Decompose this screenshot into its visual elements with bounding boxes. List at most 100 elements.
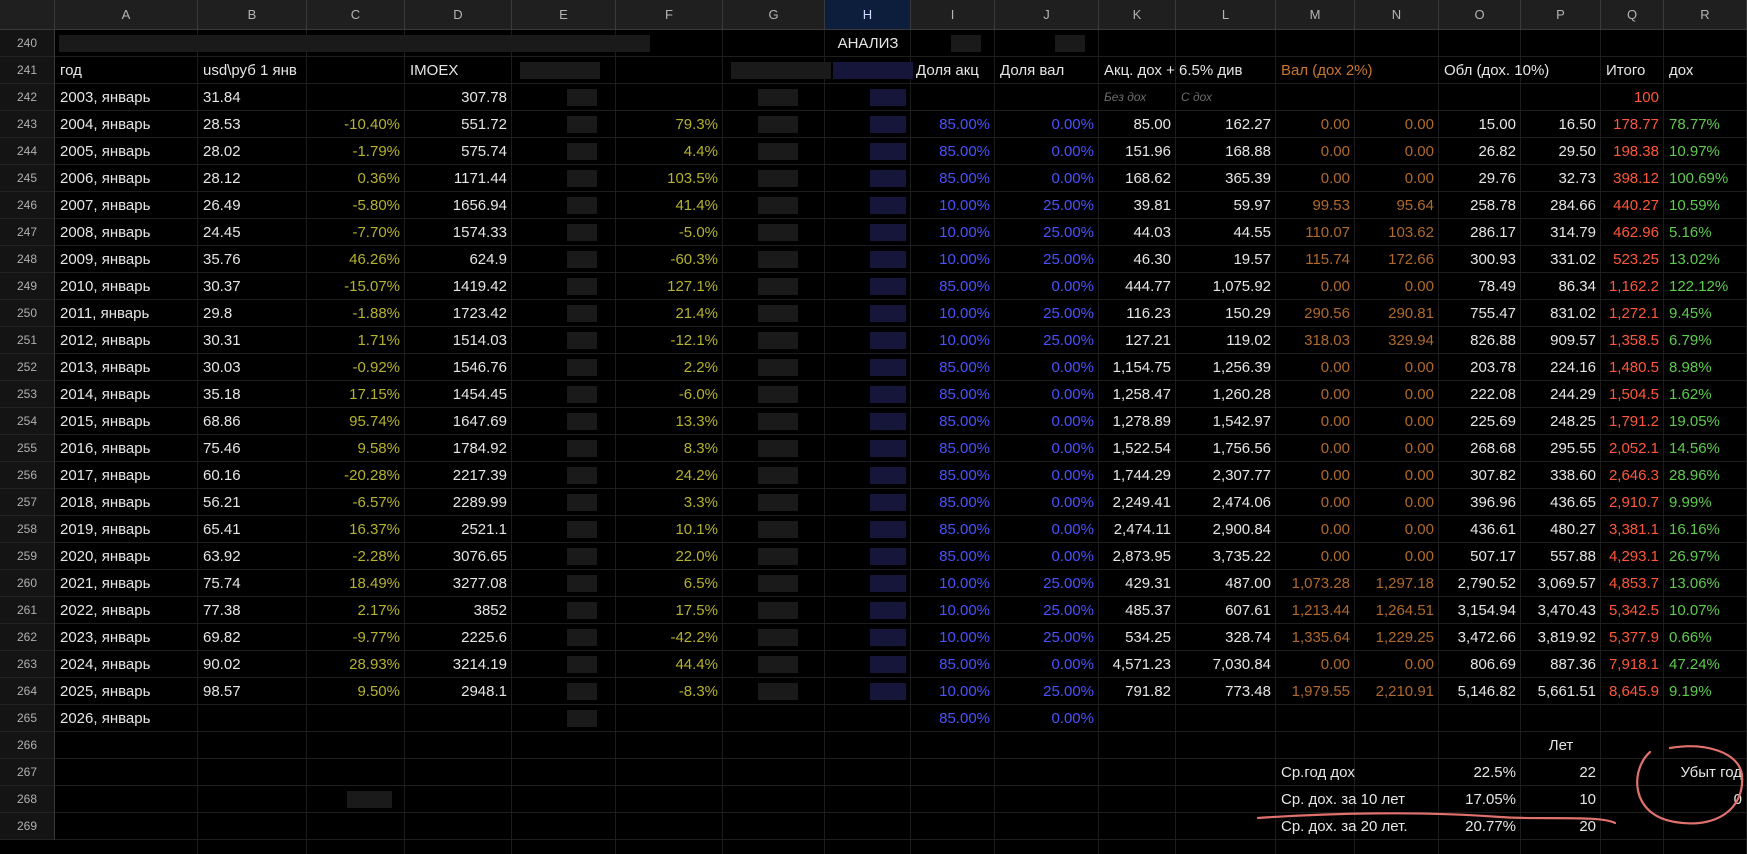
- bonds-no-inc-cell[interactable]: 15.00: [1439, 111, 1521, 137]
- imoex-cell[interactable]: 307.78: [405, 84, 512, 110]
- share-fx-cell[interactable]: 0.00%: [995, 462, 1099, 488]
- row-header[interactable]: 260: [0, 570, 55, 597]
- column-header-c[interactable]: C: [307, 0, 405, 30]
- row-header[interactable]: 264: [0, 678, 55, 705]
- row-header[interactable]: 256: [0, 462, 55, 489]
- total-cell[interactable]: 1,480.5: [1601, 354, 1664, 380]
- imoex-cell[interactable]: 575.74: [405, 138, 512, 164]
- share-fx-cell[interactable]: 0.00%: [995, 381, 1099, 407]
- total-start-cell[interactable]: 100: [1601, 84, 1664, 110]
- usd-cell[interactable]: [198, 705, 307, 731]
- bonds-with-inc-cell[interactable]: [1521, 84, 1601, 110]
- row-header[interactable]: 241: [0, 57, 55, 84]
- imoex-change-cell[interactable]: 21.4%: [616, 300, 723, 326]
- fx-no-inc-cell[interactable]: 115.74: [1276, 246, 1355, 272]
- year-cell[interactable]: 2014, январь: [55, 381, 198, 407]
- fx-with-inc-cell[interactable]: 0.00: [1355, 354, 1439, 380]
- total-cell[interactable]: 198.38: [1601, 138, 1664, 164]
- bonds-no-inc-cell[interactable]: [1439, 84, 1521, 110]
- bonds-with-inc-cell[interactable]: 436.65: [1521, 489, 1601, 515]
- fx-with-inc-cell[interactable]: 0.00: [1355, 408, 1439, 434]
- row-header[interactable]: 244: [0, 138, 55, 165]
- imoex-cell[interactable]: 2217.39: [405, 462, 512, 488]
- total-cell[interactable]: 178.77: [1601, 111, 1664, 137]
- year-cell[interactable]: 2007, январь: [55, 192, 198, 218]
- share-stocks-cell[interactable]: 85.00%: [911, 462, 995, 488]
- fx-no-inc-cell[interactable]: 318.03: [1276, 327, 1355, 353]
- year-cell[interactable]: 2012, январь: [55, 327, 198, 353]
- imoex-change-cell[interactable]: 44.4%: [616, 651, 723, 677]
- stocks-with-div-cell[interactable]: 365.39: [1176, 165, 1276, 191]
- fx-no-inc-cell[interactable]: 0.00: [1276, 165, 1355, 191]
- total-cell[interactable]: 4,293.1: [1601, 543, 1664, 569]
- analysis-title[interactable]: АНАЛИЗ: [825, 30, 911, 56]
- total-cell[interactable]: 1,791.2: [1601, 408, 1664, 434]
- imoex-cell[interactable]: 1574.33: [405, 219, 512, 245]
- bonds-with-inc-cell[interactable]: 244.29: [1521, 381, 1601, 407]
- row-header[interactable]: 245: [0, 165, 55, 192]
- share-stocks-cell[interactable]: 85.00%: [911, 543, 995, 569]
- fx-with-inc-cell[interactable]: 1,229.25: [1355, 624, 1439, 650]
- fx-no-inc-cell[interactable]: 0.00: [1276, 435, 1355, 461]
- yield-cell[interactable]: 47.24%: [1664, 651, 1747, 677]
- share-stocks-cell[interactable]: 85.00%: [911, 381, 995, 407]
- header-total[interactable]: Итого: [1601, 57, 1664, 83]
- fx-no-inc-cell[interactable]: 110.07: [1276, 219, 1355, 245]
- imoex-change-cell[interactable]: 2.2%: [616, 354, 723, 380]
- yield-cell[interactable]: 122.12%: [1664, 273, 1747, 299]
- stocks-no-div-cell[interactable]: 2,474.11: [1099, 516, 1176, 542]
- usd-cell[interactable]: 28.53: [198, 111, 307, 137]
- share-stocks-cell[interactable]: 85.00%: [911, 516, 995, 542]
- subheader-without[interactable]: Без дох: [1099, 84, 1176, 110]
- stocks-with-div-cell[interactable]: 1,260.28: [1176, 381, 1276, 407]
- usd-cell[interactable]: 28.12: [198, 165, 307, 191]
- row-header[interactable]: 248: [0, 246, 55, 273]
- year-cell[interactable]: 2006, январь: [55, 165, 198, 191]
- column-header-k[interactable]: K: [1099, 0, 1176, 30]
- imoex-change-cell[interactable]: 8.3%: [616, 435, 723, 461]
- stocks-no-div-cell[interactable]: 168.62: [1099, 165, 1176, 191]
- imoex-change-cell[interactable]: 6.5%: [616, 570, 723, 596]
- share-stocks-cell[interactable]: 10.00%: [911, 597, 995, 623]
- bonds-with-inc-cell[interactable]: 248.25: [1521, 408, 1601, 434]
- year-cell[interactable]: 2011, январь: [55, 300, 198, 326]
- stocks-no-div-cell[interactable]: 444.77: [1099, 273, 1176, 299]
- row-header[interactable]: 267: [0, 759, 55, 786]
- usd-change-cell[interactable]: [307, 705, 405, 731]
- usd-cell[interactable]: 28.02: [198, 138, 307, 164]
- bonds-with-inc-cell[interactable]: 831.02: [1521, 300, 1601, 326]
- stocks-no-div-cell[interactable]: 1,278.89: [1099, 408, 1176, 434]
- avg-yield-label[interactable]: Ср.год дох: [1276, 759, 1439, 785]
- year-cell[interactable]: 2015, январь: [55, 408, 198, 434]
- bonds-no-inc-cell[interactable]: 307.82: [1439, 462, 1521, 488]
- header-fx-income[interactable]: Вал (дох 2%): [1276, 57, 1439, 83]
- stocks-no-div-cell[interactable]: 127.21: [1099, 327, 1176, 353]
- share-fx-cell[interactable]: 0.00%: [995, 489, 1099, 515]
- imoex-cell[interactable]: 1514.03: [405, 327, 512, 353]
- imoex-change-cell[interactable]: -8.3%: [616, 678, 723, 704]
- imoex-cell[interactable]: 551.72: [405, 111, 512, 137]
- imoex-change-cell[interactable]: -60.3%: [616, 246, 723, 272]
- row-header[interactable]: 250: [0, 300, 55, 327]
- imoex-change-cell[interactable]: -6.0%: [616, 381, 723, 407]
- row-header[interactable]: 246: [0, 192, 55, 219]
- bonds-with-inc-cell[interactable]: 32.73: [1521, 165, 1601, 191]
- row-header[interactable]: 258: [0, 516, 55, 543]
- bonds-no-inc-cell[interactable]: 268.68: [1439, 435, 1521, 461]
- share-stocks-cell[interactable]: 10.00%: [911, 624, 995, 650]
- usd-cell[interactable]: 29.8: [198, 300, 307, 326]
- fx-no-inc-cell[interactable]: 1,335.64: [1276, 624, 1355, 650]
- share-stocks-cell[interactable]: 10.00%: [911, 192, 995, 218]
- row-header[interactable]: 259: [0, 543, 55, 570]
- avg-10-label[interactable]: Ср. дох. за 10 лет: [1276, 786, 1439, 812]
- year-cell[interactable]: 2003, январь: [55, 84, 198, 110]
- imoex-change-cell[interactable]: 127.1%: [616, 273, 723, 299]
- share-stocks-cell[interactable]: 85.00%: [911, 111, 995, 137]
- year-cell[interactable]: 2008, январь: [55, 219, 198, 245]
- total-cell[interactable]: 3,381.1: [1601, 516, 1664, 542]
- imoex-change-cell[interactable]: 79.3%: [616, 111, 723, 137]
- share-fx-cell[interactable]: 25.00%: [995, 246, 1099, 272]
- total-cell[interactable]: 4,853.7: [1601, 570, 1664, 596]
- total-cell[interactable]: 5,342.5: [1601, 597, 1664, 623]
- imoex-cell[interactable]: 624.9: [405, 246, 512, 272]
